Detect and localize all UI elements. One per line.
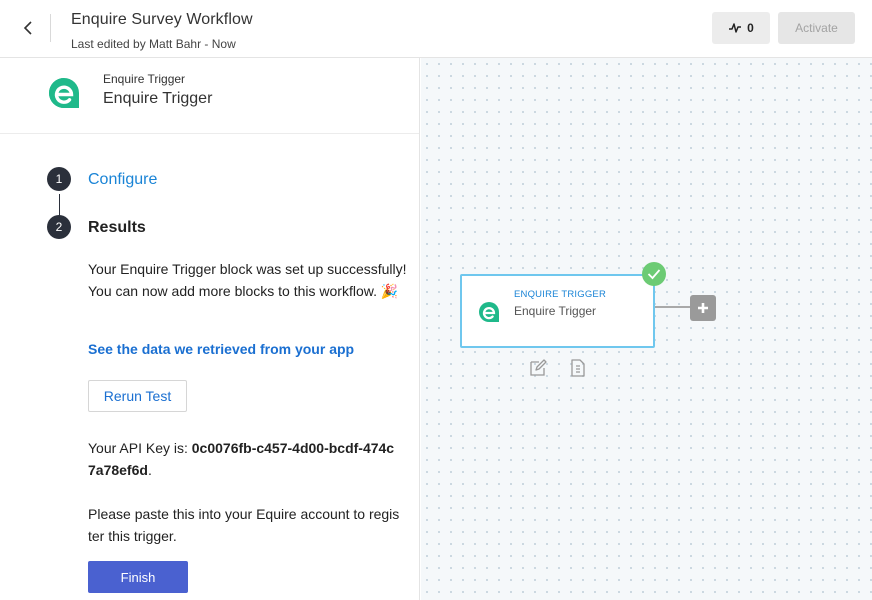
- add-block-button[interactable]: [690, 295, 716, 321]
- block-name: Enquire Trigger: [103, 90, 213, 107]
- see-data-link[interactable]: See the data we retrieved from your app: [88, 341, 354, 357]
- step-connector: [59, 194, 60, 216]
- step-results-label: Results: [88, 219, 146, 236]
- chevron-left-icon: [23, 21, 32, 35]
- paste-instruction: Please paste this into your Equire accou…: [88, 506, 400, 544]
- node-name: Enquire Trigger: [514, 304, 597, 318]
- api-key-suffix: .: [147, 462, 152, 478]
- success-badge: [642, 262, 666, 286]
- activity-icon: [729, 23, 742, 33]
- top-bar: Enquire Survey Workflow Last edited by M…: [0, 0, 872, 58]
- node-connector: [655, 306, 691, 308]
- edit-icon[interactable]: [528, 358, 548, 378]
- block-header: Enquire Trigger Enquire Trigger: [0, 58, 419, 134]
- plus-icon: [698, 303, 708, 313]
- back-button[interactable]: [14, 14, 42, 42]
- workflow-title: Enquire Survey Workflow: [71, 11, 253, 28]
- node-type-label: ENQUIRE TRIGGER: [514, 289, 607, 300]
- step-configure-link[interactable]: Configure: [88, 171, 157, 189]
- trigger-node[interactable]: ENQUIRE TRIGGER Enquire Trigger: [460, 274, 655, 348]
- activity-button[interactable]: 0: [712, 12, 770, 44]
- activate-button[interactable]: Activate: [778, 12, 855, 44]
- document-icon[interactable]: [568, 358, 588, 378]
- block-type-label: Enquire Trigger: [103, 72, 186, 86]
- step-number-1: 1: [47, 167, 71, 191]
- check-icon: [647, 269, 661, 280]
- rerun-test-button[interactable]: Rerun Test: [88, 380, 187, 412]
- finish-button[interactable]: Finish: [88, 561, 188, 593]
- api-key-text: Your API Key is: 0c0076fb-c457-4d00-bcdf…: [88, 437, 400, 481]
- enquire-logo: [49, 78, 79, 108]
- enquire-logo: [479, 302, 499, 322]
- step-number-2: 2: [47, 215, 71, 239]
- api-key-prefix: Your API Key is:: [88, 440, 192, 456]
- success-message: Your Enquire Trigger block was set up su…: [88, 261, 407, 299]
- block-config-panel: Enquire Trigger Enquire Trigger 1 2 Conf…: [0, 58, 420, 600]
- workflow-canvas[interactable]: ENQUIRE TRIGGER Enquire Trigger: [421, 58, 872, 600]
- header-divider: [50, 14, 51, 42]
- last-edited-text: Last edited by Matt Bahr - Now: [71, 37, 236, 51]
- activity-count: 0: [747, 21, 754, 35]
